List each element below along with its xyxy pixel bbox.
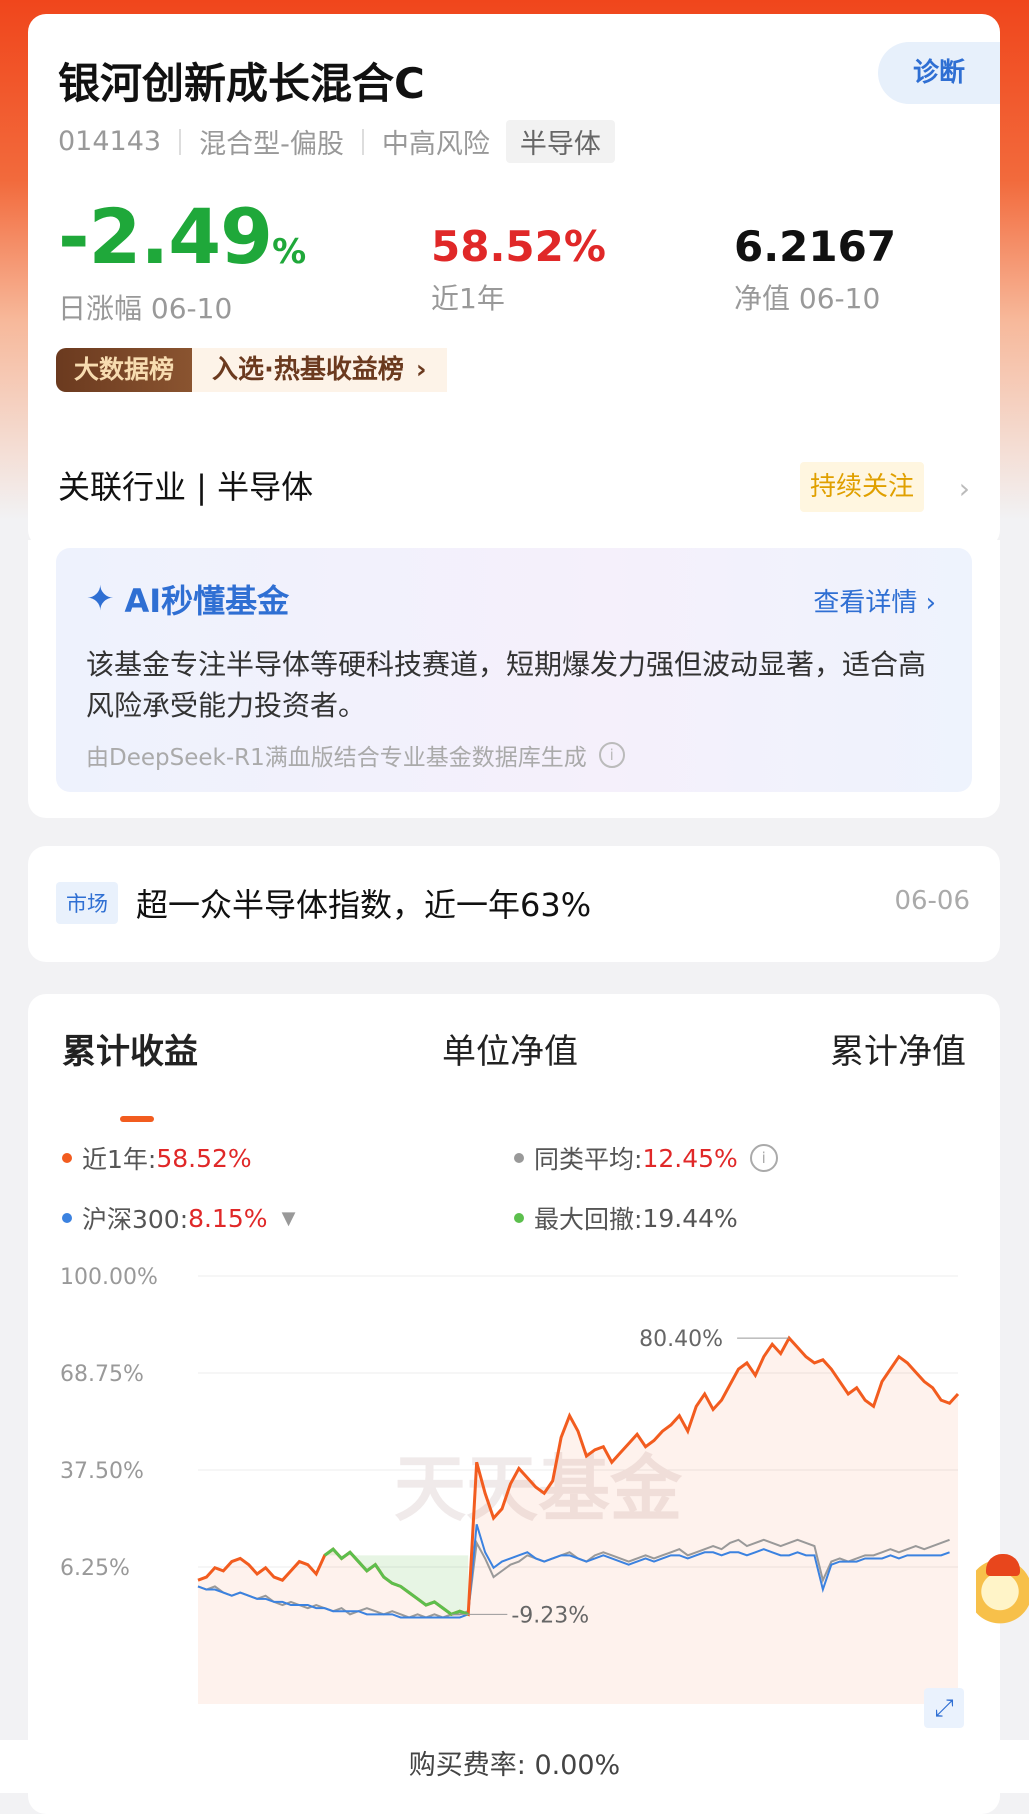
ai-source-text: 由DeepSeek-R1满血版结合专业基金数据库生成: [86, 745, 587, 771]
legend-label: 沪深300:: [82, 1205, 189, 1234]
legend-fund: 近1年: 58.52%: [62, 1140, 252, 1176]
ai-source: 由DeepSeek-R1满血版结合专业基金数据库生成 i: [86, 738, 625, 772]
info-icon[interactable]: i: [749, 1144, 778, 1172]
fund-code: 014143: [58, 126, 162, 157]
day-change-stat: -2.49% 日涨幅 06-10: [58, 192, 306, 327]
news-title: 超一众半导体指数，近一年63%: [136, 886, 592, 924]
fund-header-card: 银河创新成长混合C 诊断 014143 混合型-偏股 中高风险 半导体 -2.4…: [28, 14, 1000, 548]
dropdown-caret-icon[interactable]: ▼: [282, 1208, 296, 1229]
view-details-link[interactable]: 查看详情 ›: [813, 582, 936, 619]
legend-index[interactable]: 沪深300: 8.15% ▼: [62, 1200, 295, 1236]
ranking-text: 入选·热基收益榜 ›: [192, 348, 447, 392]
ranking-badge: 大数据榜: [56, 348, 193, 392]
performance-chart-card: 累计收益 单位净值 累计净值 近1年: 58.52% 同类平均: 12.45% i …: [28, 994, 1000, 1814]
info-icon[interactable]: i: [598, 742, 625, 768]
ranking-text-label: 入选·热基收益榜: [212, 355, 404, 385]
day-change-label: 日涨幅 06-10: [58, 292, 233, 325]
ranking-banner[interactable]: 大数据榜 入选·热基收益榜 ›: [56, 348, 447, 392]
legend-dot: [62, 1153, 72, 1163]
year-return-label: 近1年: [431, 282, 505, 315]
fund-risk: 中高风险: [381, 129, 490, 160]
ai-summary-text: 该基金专注半导体等硬科技赛道，短期爆发力强但波动显著，适合高风险承受能力投资者。: [86, 648, 927, 722]
min-annotation: -9.23%: [511, 1603, 589, 1628]
chevron-right-icon[interactable]: ›: [959, 472, 970, 505]
legend-value: 12.45%: [642, 1143, 738, 1173]
year-return-stat: 58.52% 近1年: [431, 222, 606, 317]
legend-drawdown: 最大回撤: 19.44%: [514, 1200, 738, 1236]
follow-button[interactable]: 持续关注: [799, 462, 924, 512]
fund-name: 银河创新成长混合C: [58, 59, 425, 108]
ai-section: ✦ AI秒懂基金 查看详情 › 该基金专注半导体等硬科技赛道，短期爆发力强但波动…: [28, 540, 1000, 818]
news-card[interactable]: 市场 超一众半导体指数，近一年63% 06-06: [28, 846, 1000, 962]
legend-value: 58.52%: [156, 1143, 252, 1173]
sparkle-icon: ✦: [86, 579, 115, 619]
nav-stat: 6.2167 净值 06-10: [734, 222, 896, 317]
purchase-fee: 购买费率: 0.00%: [408, 1750, 621, 1781]
chart-tabs: 累计收益 单位净值 累计净值: [28, 1024, 1000, 1122]
ai-title: ✦ AI秒懂基金: [86, 576, 289, 622]
day-change-unit: %: [272, 232, 306, 272]
nav-label: 净值 06-10: [734, 282, 881, 315]
expand-icon[interactable]: ⤢: [924, 1688, 964, 1728]
chevron-right-icon: ›: [415, 355, 427, 385]
legend-dot: [514, 1153, 524, 1163]
legend-dot: [514, 1213, 524, 1223]
y-tick-label: 37.50%: [60, 1459, 144, 1484]
fee-footer: 购买费率: 0.00%: [0, 1740, 1029, 1793]
ai-summary-box[interactable]: ✦ AI秒懂基金 查看详情 › 该基金专注半导体等硬科技赛道，短期爆发力强但波动…: [56, 548, 972, 792]
diagnose-button[interactable]: 诊断: [878, 42, 1000, 104]
ai-title-label: AI秒懂基金: [124, 582, 290, 620]
mascot-icon[interactable]: [976, 1554, 1029, 1630]
active-tab-indicator: [120, 1116, 154, 1122]
legend-dot: [62, 1213, 72, 1223]
return-line-chart[interactable]: 100.00%68.75%37.50%6.25%天天基金80.40%-9.23%: [28, 1244, 1000, 1744]
fund-area: [198, 1338, 958, 1704]
y-tick-label: 6.25%: [60, 1556, 130, 1581]
y-tick-label: 100.00%: [60, 1265, 158, 1290]
divider: [179, 128, 182, 155]
y-tick-label: 68.75%: [60, 1362, 144, 1387]
nav-value: 6.2167: [734, 222, 897, 271]
legend-value: 19.44%: [642, 1203, 738, 1233]
sector-tag[interactable]: 半导体: [505, 120, 615, 163]
tab-unit-nav[interactable]: 单位净值: [442, 1024, 578, 1073]
legend-peer: 同类平均: 12.45% i: [514, 1140, 778, 1176]
year-return-value: 58.52%: [431, 222, 606, 271]
tab-cumulative-return[interactable]: 累计收益: [62, 1024, 198, 1073]
fund-meta: 014143 混合型-偏股 中高风险 半导体: [58, 120, 615, 163]
news-tag: 市场: [56, 882, 118, 924]
fund-type: 混合型-偏股: [199, 129, 344, 160]
related-industry: 关联行业 | 半导体: [58, 468, 314, 506]
day-change-value: -2.49: [58, 192, 273, 281]
max-annotation: 80.40%: [639, 1327, 723, 1352]
news-date: 06-06: [894, 886, 970, 916]
legend-value: 8.15%: [188, 1203, 268, 1233]
legend-label: 最大回撤:: [534, 1205, 643, 1234]
legend-label: 同类平均:: [534, 1145, 643, 1174]
divider: [361, 128, 364, 155]
tab-cumulative-nav[interactable]: 累计净值: [830, 1024, 966, 1073]
legend-label: 近1年:: [82, 1145, 157, 1174]
